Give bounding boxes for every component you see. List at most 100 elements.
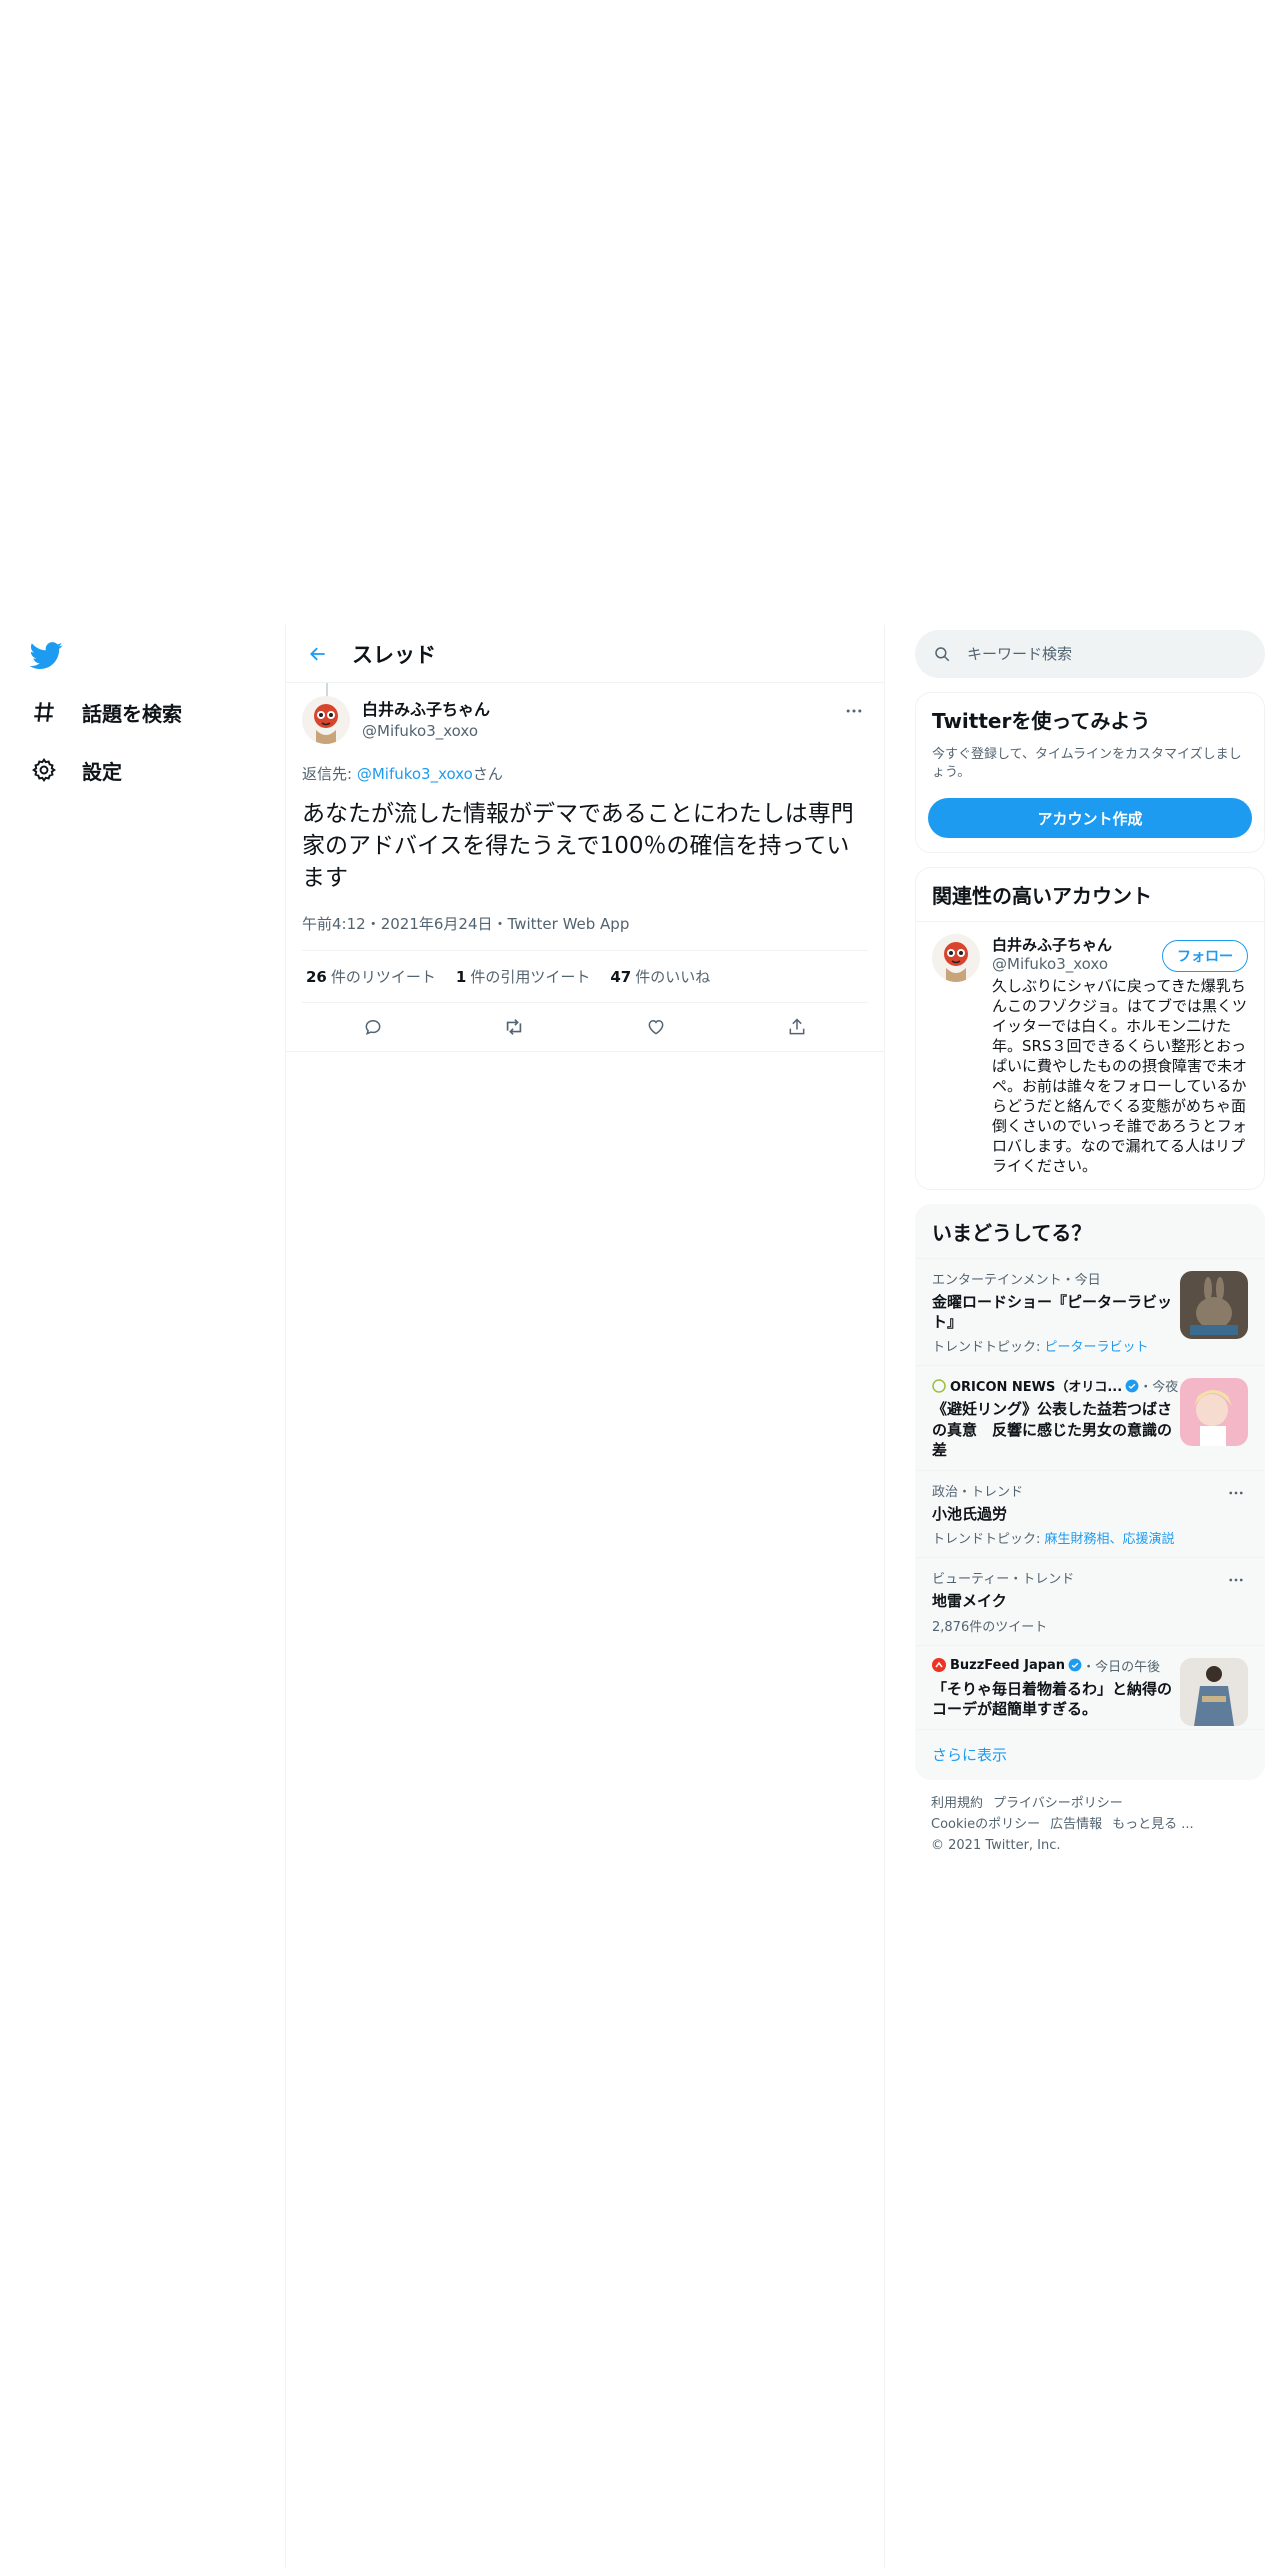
trend-source: ORICON NEWS（オリコ... <box>950 1380 1123 1396</box>
retweets-count: 26 <box>306 967 327 986</box>
tweet-text: あなたが流した情報がデマであることにわたしは専門家のアドバイスを得たうえで100… <box>302 801 854 892</box>
ellipsis-icon <box>1229 1578 1243 1582</box>
trend-topic-link[interactable]: ピーターラビット <box>1045 1340 1149 1355</box>
tweet-date[interactable]: 2021年6月24日 <box>381 915 493 933</box>
trend-item[interactable]: ORICON NEWS（オリコ... ・今夜 《避妊リング》公表した益若つばさの… <box>916 1365 1264 1470</box>
share-button[interactable] <box>779 1009 815 1045</box>
trends-card: いまどうしてる？ エンターテインメント・今日 金曜ロードショー『ピーターラビット… <box>915 1203 1265 1780</box>
thread-header: スレッド <box>286 625 884 683</box>
thread-column: スレッド 白井みふ子ちゃん @Mifuko3_xoxo 返信先: @Mifuko… <box>285 625 885 2568</box>
search-input[interactable] <box>967 645 1227 663</box>
more-link[interactable]: もっと見る ... <box>1112 1817 1194 1832</box>
like-button[interactable] <box>638 1009 674 1045</box>
trend-item[interactable]: BuzzFeed Japan ・今日の午後 「そりゃ毎日着物着るわ」と納得のコー… <box>916 1644 1264 1730</box>
share-icon <box>789 1018 805 1034</box>
trend-tweet-count: 2,876件のツイート <box>932 1619 1048 1635</box>
trend-title: 小池氏過労 <box>932 1505 1008 1523</box>
trend-topic-link[interactable]: 麻生財務相、応援演説 <box>1045 1532 1175 1547</box>
gear-icon <box>30 756 58 784</box>
page-title: スレッド <box>352 642 436 667</box>
trend-thumbnail <box>1180 1270 1248 1339</box>
likes-count: 47 <box>610 967 632 986</box>
trend-more-button[interactable] <box>1224 1568 1248 1592</box>
buzzfeed-logo-icon <box>932 1658 946 1672</box>
nav-item-explore[interactable]: 話題を検索 <box>30 688 182 736</box>
retweets-stat[interactable]: 26 件のリツイート <box>306 966 436 987</box>
trend-subtitle: トレンドトピック: 麻生財務相、応援演説 <box>932 1528 1248 1547</box>
terms-link[interactable]: 利用規約 <box>931 1796 983 1811</box>
reply-button[interactable] <box>355 1009 391 1045</box>
trend-thumbnail <box>1180 1657 1248 1726</box>
nav-item-settings[interactable]: 設定 <box>30 746 122 794</box>
avatar[interactable] <box>302 696 350 744</box>
verified-badge-icon <box>1125 1379 1139 1393</box>
cookie-link[interactable]: Cookieのポリシー <box>931 1817 1040 1832</box>
trend-item[interactable]: 政治・トレンド 小池氏過労 トレンドトピック: 麻生財務相、応援演説 <box>916 1470 1264 1557</box>
reply-suffix: さん <box>472 765 503 783</box>
heart-icon <box>648 1019 664 1035</box>
quotes-label: 件の引用ツイート <box>470 967 591 986</box>
ellipsis-icon <box>846 709 862 713</box>
trend-time: ・今日の午後 <box>1082 1659 1161 1675</box>
trend-thumbnail <box>1180 1378 1248 1447</box>
footer-row-2: Cookieのポリシー 広告情報 もっと見る ... <box>931 1815 1249 1836</box>
follow-button[interactable]: フォロー <box>1162 940 1248 973</box>
tweet-timestamp: 午前4:12・2021年6月24日・Twitter Web App <box>302 913 868 951</box>
show-more-link[interactable]: さらに表示 <box>916 1729 1264 1779</box>
tweet-actions <box>302 1003 868 1051</box>
ads-info-link[interactable]: 広告情報 <box>1050 1817 1102 1832</box>
back-button[interactable] <box>300 636 336 672</box>
nav-item-label: 話題を検索 <box>82 701 182 726</box>
related-account-item[interactable]: 白井みふ子ちゃん @Mifuko3_xoxo 久しぶりにシャバに戻ってきた爆乳ち… <box>916 922 1264 1188</box>
trend-sub-prefix: トレンドトピック: <box>932 1340 1045 1356</box>
quotes-count: 1 <box>455 967 467 986</box>
twitter-logo-icon[interactable] <box>29 639 63 672</box>
related-account-bio: 久しぶりにシャバに戻ってきた爆乳ちんこのフゾクジョ。はてブでは黒くツイッターでは… <box>992 977 1248 1175</box>
trend-sub-prefix: トレンドトピック: <box>932 1532 1045 1548</box>
trend-item[interactable]: エンターテインメント・今日 金曜ロードショー『ピーターラビット』 トレンドトピッ… <box>916 1257 1264 1366</box>
arrow-left-icon <box>310 647 325 660</box>
tweet-source[interactable]: Twitter Web App <box>508 915 630 933</box>
retweets-label: 件のリツイート <box>330 967 436 986</box>
tweet-time[interactable]: 午前4:12 <box>302 915 366 933</box>
reply-prefix: 返信先: <box>302 765 357 783</box>
trends-title: いまどうしてる？ <box>932 1220 1092 1245</box>
retweet-button[interactable] <box>496 1009 532 1045</box>
related-accounts-title: 関連性の高いアカウント <box>916 868 1264 923</box>
search-icon <box>935 647 950 662</box>
trend-title: 「そりゃ毎日着物着るわ」と納得のコーデが超簡単すぎる。 <box>932 1679 1173 1718</box>
tweet-header: 白井みふ子ちゃん @Mifuko3_xoxo <box>302 683 868 757</box>
trend-meta: 政治・トレンド <box>932 1485 1024 1500</box>
hashtag-icon <box>30 698 58 726</box>
oricon-logo-icon <box>932 1379 946 1393</box>
tweet-stats: 26 件のリツイート 1 件の引用ツイート 47 件のいいね <box>302 951 868 1003</box>
privacy-link[interactable]: プライバシーポリシー <box>993 1796 1123 1811</box>
retweet-icon <box>507 1018 522 1035</box>
trend-more-button[interactable] <box>1224 1481 1248 1505</box>
quotes-stat[interactable]: 1 件の引用ツイート <box>456 966 590 987</box>
search-bar[interactable] <box>915 630 1265 678</box>
display-name[interactable]: 白井みふ子ちゃん <box>362 699 490 721</box>
copyright: © 2021 Twitter, Inc. <box>931 1837 1061 1853</box>
trend-subtitle: トレンドトピック: ピーターラビット <box>932 1336 1248 1355</box>
trend-time: ・今夜 <box>1139 1380 1179 1396</box>
verified-badge-icon <box>1068 1658 1082 1672</box>
trend-title: 金曜ロードショー『ピーターラビット』 <box>932 1292 1173 1331</box>
create-account-button[interactable]: アカウント作成 <box>928 798 1252 839</box>
avatar[interactable] <box>932 934 980 983</box>
user-handle[interactable]: @Mifuko3_xoxo <box>362 721 490 741</box>
trend-title: 《避妊リング》公表した益若つばさの真意 反響に感じた男女の意識の差 <box>932 1400 1173 1459</box>
more-options-button[interactable] <box>840 697 868 725</box>
tweet: 白井みふ子ちゃん @Mifuko3_xoxo 返信先: @Mifuko3_xox… <box>286 683 884 1052</box>
signup-card: Twitterを使ってみよう 今すぐ登録して、タイムラインをカスタマイズしましょ… <box>915 692 1265 854</box>
trend-title: 地雷メイク <box>932 1592 1007 1611</box>
trend-item[interactable]: ビューティー・トレンド 地雷メイク 2,876件のツイート <box>916 1557 1264 1644</box>
user-block: 白井みふ子ちゃん @Mifuko3_xoxo <box>362 699 490 741</box>
footer-row-1: 利用規約 プライバシーポリシー <box>931 1794 1249 1815</box>
ellipsis-icon <box>1229 1491 1243 1495</box>
reply-icon <box>365 1019 381 1035</box>
right-sidebar: Twitterを使ってみよう 今すぐ登録して、タイムラインをカスタマイズしましょ… <box>915 630 1265 1870</box>
likes-label: 件のいいね <box>635 967 711 986</box>
reply-mention-link[interactable]: @Mifuko3_xoxo <box>357 765 473 783</box>
likes-stat[interactable]: 47 件のいいね <box>610 966 710 987</box>
